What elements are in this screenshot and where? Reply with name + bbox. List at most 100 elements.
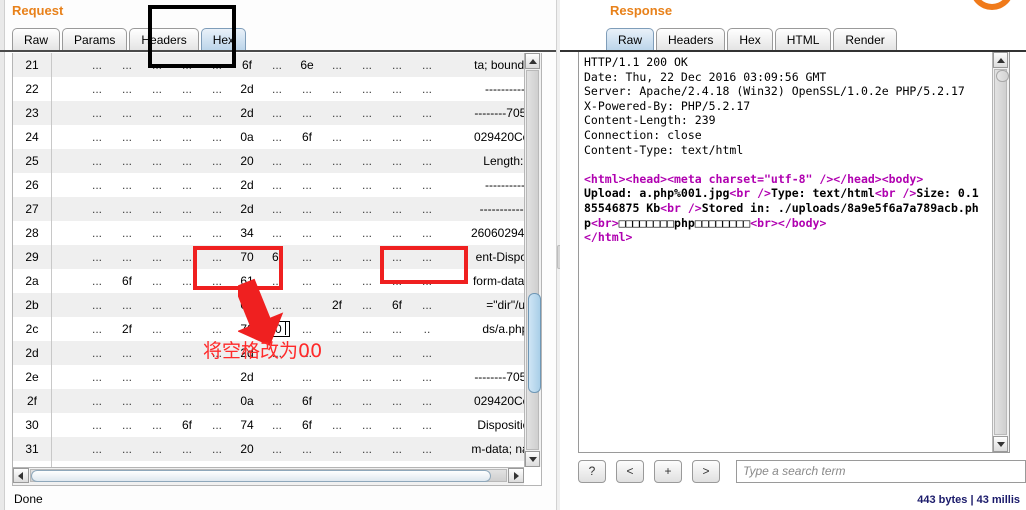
hex-byte-cell[interactable]: ... bbox=[382, 341, 412, 365]
hex-byte-cell[interactable] bbox=[51, 389, 82, 413]
hex-byte-cell[interactable]: ... bbox=[82, 293, 112, 317]
hex-byte-cell[interactable]: 2d bbox=[232, 197, 262, 221]
hex-byte-cell[interactable]: 2d bbox=[232, 365, 262, 389]
scroll-up-arrow-icon[interactable] bbox=[525, 53, 540, 69]
hex-byte-cell[interactable] bbox=[51, 413, 82, 437]
hex-byte-cell[interactable]: ... bbox=[172, 53, 202, 77]
hex-byte-cell[interactable]: ... bbox=[292, 365, 322, 389]
hex-byte-cell[interactable]: ... bbox=[142, 77, 172, 101]
hex-byte-cell[interactable]: ... bbox=[172, 389, 202, 413]
hex-ascii-cell[interactable]: 029420Content- bbox=[442, 389, 524, 413]
hex-byte-cell[interactable]: ... bbox=[352, 341, 382, 365]
hex-row[interactable]: 29............... 70 6f............... ent-… bbox=[13, 245, 524, 269]
hex-byte-cell[interactable]: ... bbox=[112, 173, 142, 197]
hex-byte-cell[interactable]: ... bbox=[322, 317, 352, 341]
hex-byte-cell[interactable]: 2d bbox=[232, 77, 262, 101]
response-scroll-down-arrow-icon[interactable] bbox=[993, 436, 1008, 452]
hex-byte-cell[interactable]: ... bbox=[262, 149, 292, 173]
hex-byte-cell[interactable]: ... bbox=[412, 269, 442, 293]
hex-byte-cell[interactable]: ... bbox=[322, 269, 352, 293]
hex-byte-cell[interactable]: ... bbox=[142, 389, 172, 413]
hex-byte-cell[interactable]: ... bbox=[262, 197, 292, 221]
hex-row[interactable]: 26............... 2d.................. ---… bbox=[13, 173, 524, 197]
hex-byte-cell[interactable]: ... bbox=[412, 389, 442, 413]
tab-request-params[interactable]: Params bbox=[62, 28, 128, 50]
hex-byte-cell[interactable]: ... bbox=[172, 317, 202, 341]
response-body-viewer[interactable]: HTTP/1.1 200 OK Date: Thu, 22 Dec 2016 0… bbox=[578, 52, 1010, 453]
hex-byte-cell[interactable]: 6f bbox=[262, 245, 292, 269]
hex-byte-cell[interactable]: 74 bbox=[232, 413, 262, 437]
scroll-right-arrow-icon[interactable] bbox=[508, 468, 524, 483]
hex-byte-cell[interactable]: 6f bbox=[382, 293, 412, 317]
hex-byte-cell[interactable]: ... bbox=[262, 389, 292, 413]
search-input[interactable]: Type a search term bbox=[736, 460, 1026, 483]
hex-byte-cell[interactable] bbox=[51, 197, 82, 221]
hex-byte-cell[interactable]: 61 bbox=[232, 269, 262, 293]
hex-row[interactable]: 2e............... 2d.................. ---… bbox=[13, 365, 524, 389]
hex-byte-cell[interactable]: ... bbox=[412, 341, 442, 365]
hex-row[interactable]: 21............... 6f... 6e............ ta; … bbox=[13, 53, 524, 77]
hex-byte-cell[interactable]: ... bbox=[352, 437, 382, 461]
hex-byte-cell[interactable]: ... bbox=[262, 413, 292, 437]
hex-byte-cell[interactable]: ... bbox=[112, 149, 142, 173]
hex-byte-cell[interactable] bbox=[51, 77, 82, 101]
hex-byte-cell[interactable]: ... bbox=[172, 77, 202, 101]
hex-byte-cell[interactable]: 70 bbox=[232, 245, 262, 269]
hex-byte-cell[interactable]: ... bbox=[352, 101, 382, 125]
hex-byte-cell[interactable]: ... bbox=[382, 197, 412, 221]
hex-byte-cell[interactable]: ... bbox=[142, 245, 172, 269]
hex-byte-cell[interactable]: ... bbox=[262, 77, 292, 101]
hex-byte-cell[interactable]: ... bbox=[352, 365, 382, 389]
hex-byte-cell[interactable]: ... bbox=[142, 365, 172, 389]
hex-byte-cell[interactable]: ... bbox=[262, 221, 292, 245]
hex-byte-cell[interactable]: ... bbox=[382, 245, 412, 269]
hex-byte-cell[interactable]: ... bbox=[112, 293, 142, 317]
hex-byte-cell[interactable]: ... bbox=[82, 269, 112, 293]
hex-byte-cell[interactable]: ... bbox=[382, 173, 412, 197]
hex-byte-cell[interactable]: ... bbox=[322, 245, 352, 269]
hex-byte-cell[interactable]: ... bbox=[82, 173, 112, 197]
hex-byte-cell[interactable]: ... bbox=[112, 245, 142, 269]
hex-byte-cell[interactable]: ... bbox=[322, 389, 352, 413]
hex-byte-cell[interactable]: ... bbox=[172, 149, 202, 173]
hex-byte-cell[interactable]: ... bbox=[142, 125, 172, 149]
hex-byte-cell[interactable]: ... bbox=[202, 149, 232, 173]
hex-byte-cell[interactable]: ... bbox=[82, 125, 112, 149]
tab-response-headers[interactable]: Headers bbox=[656, 28, 726, 50]
hex-byte-cell[interactable]: ... bbox=[112, 389, 142, 413]
hex-row[interactable]: 30......... 6f... 74... 6f............ Dispo… bbox=[13, 413, 524, 437]
hex-byte-cell[interactable] bbox=[51, 53, 82, 77]
hex-byte-cell[interactable]: ... bbox=[172, 365, 202, 389]
hex-byte-cell[interactable]: 0a bbox=[232, 293, 262, 317]
hex-byte-cell[interactable]: ... bbox=[292, 77, 322, 101]
hex-byte-cell[interactable]: ... bbox=[202, 53, 232, 77]
hex-byte-cell[interactable]: ... bbox=[412, 149, 442, 173]
hex-byte-cell[interactable]: ... bbox=[412, 173, 442, 197]
hex-byte-cell[interactable] bbox=[51, 101, 82, 125]
hex-ascii-cell[interactable]: 029420Content- bbox=[442, 125, 524, 149]
hex-ascii-cell[interactable]: Length: 591- bbox=[442, 149, 524, 173]
hex-byte-cell[interactable]: ... bbox=[112, 197, 142, 221]
hex-vertical-scrollbar[interactable] bbox=[524, 53, 541, 467]
hex-row[interactable]: 31............... 20.................. m-d… bbox=[13, 437, 524, 461]
hex-byte-cell[interactable]: ... bbox=[172, 173, 202, 197]
hex-byte-cell[interactable]: ... bbox=[262, 365, 292, 389]
hex-byte-cell[interactable]: ... bbox=[322, 197, 352, 221]
hex-byte-cell[interactable]: ... bbox=[352, 197, 382, 221]
hex-byte-cell[interactable]: ... bbox=[352, 389, 382, 413]
hex-byte-cell[interactable]: ... bbox=[382, 389, 412, 413]
hex-byte-cell[interactable] bbox=[51, 341, 82, 365]
hex-row[interactable]: 2a... 6f......... 61.................. for… bbox=[13, 269, 524, 293]
hex-byte-cell[interactable]: ... bbox=[412, 221, 442, 245]
response-scroll-up-arrow-icon[interactable] bbox=[993, 52, 1008, 68]
hex-editor[interactable]: 21............... 6f... 6e............ ta; … bbox=[12, 53, 542, 486]
hex-byte-cell[interactable]: ... bbox=[382, 125, 412, 149]
hex-byte-cell[interactable]: ... bbox=[382, 317, 412, 341]
hex-byte-cell[interactable]: ... bbox=[112, 101, 142, 125]
hex-byte-cell[interactable]: ... bbox=[202, 293, 232, 317]
hex-byte-cell[interactable]: ... bbox=[322, 101, 352, 125]
hex-byte-cell[interactable]: ... bbox=[352, 413, 382, 437]
hex-byte-cell[interactable]: ... bbox=[202, 245, 232, 269]
hex-byte-cell[interactable]: 6f bbox=[292, 413, 322, 437]
hex-ascii-cell[interactable]: ds/a.php ----- bbox=[442, 317, 524, 341]
